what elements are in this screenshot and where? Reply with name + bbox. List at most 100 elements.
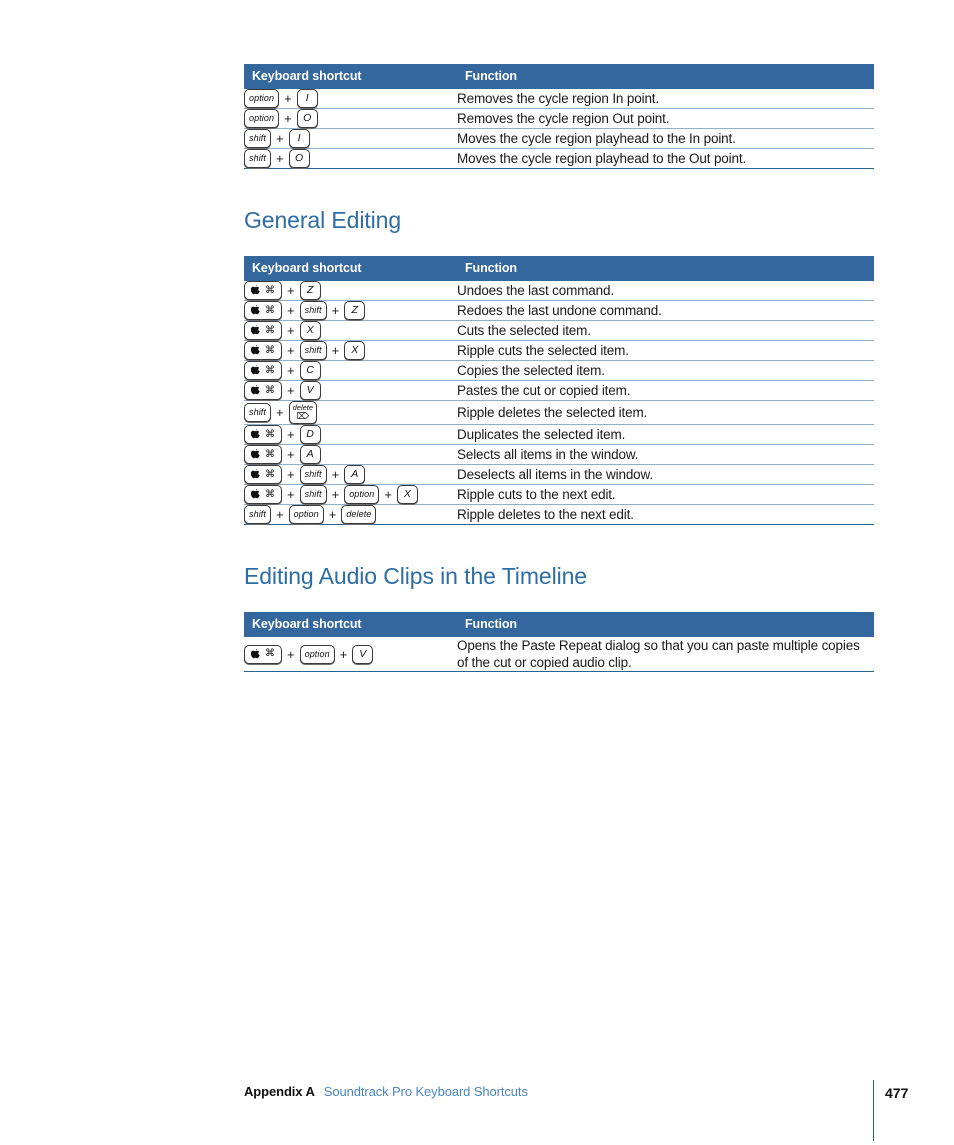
shortcut-keys-cell: ⌘ + shift + A	[244, 465, 457, 485]
page-number: 477	[885, 1085, 909, 1101]
table-row: ⌘ + shift + X Ripple cuts the selected item.	[244, 341, 874, 361]
command-symbol-icon: ⌘	[265, 384, 275, 396]
key-combination: option + O	[244, 109, 457, 128]
keycap-d: D	[299, 425, 321, 444]
table-row: ⌘ + A Selects all items in the window.	[244, 445, 874, 465]
keycap-c: C	[299, 361, 321, 380]
shortcuts-table: Keyboard shortcut Function ⌘ + Z Undoes the l…	[244, 256, 874, 524]
keycap-shift: shift	[244, 505, 272, 524]
keycap-x: X	[299, 321, 321, 340]
keycap-delete: delete	[341, 505, 377, 524]
command-symbol-icon: ⌘	[265, 648, 275, 659]
keycap-command: ⌘	[244, 445, 282, 464]
plus-separator-icon: +	[287, 427, 295, 442]
key-combination: shift + O	[244, 149, 457, 168]
keycap-z: Z	[344, 301, 366, 320]
function-description-cell: Redoes the last undone command.	[457, 303, 662, 318]
key-combination: ⌘ + C	[244, 361, 457, 380]
keycap-option: option	[244, 89, 280, 108]
table-row: option + I Removes the cycle region In poin…	[244, 89, 874, 109]
keycap-option: option	[288, 505, 324, 524]
keycap-command: ⌘	[244, 465, 282, 484]
shortcut-keys-cell: shift + delete ⌦	[244, 401, 457, 425]
keycap-shift: shift	[244, 149, 272, 168]
table-header-row: Keyboard shortcut Function	[244, 64, 874, 89]
plus-separator-icon: +	[287, 343, 295, 358]
keycap-command: ⌘	[244, 301, 282, 320]
command-symbol-icon: ⌘	[265, 448, 275, 460]
function-description-cell: Cuts the selected item.	[457, 323, 591, 338]
shortcut-keys-cell: ⌘ + shift + Z	[244, 301, 457, 321]
shortcut-keys-cell: option + I	[244, 89, 457, 109]
plus-separator-icon: +	[331, 487, 340, 502]
table-row: option + O Removes the cycle region Out poi…	[244, 109, 874, 129]
apple-logo-icon	[251, 469, 260, 480]
shortcuts-table: Keyboard shortcut Function option + I Removes…	[244, 64, 874, 168]
table-header-row: Keyboard shortcut Function	[244, 256, 874, 281]
table-row: ⌘ + option + V Opens the Paste Repeat dialog …	[244, 637, 874, 671]
keycap-option: option	[299, 644, 335, 664]
plus-separator-icon: +	[287, 646, 295, 662]
key-combination: ⌘ + Z	[244, 281, 457, 300]
apple-logo-icon	[251, 365, 260, 376]
column-header-keyboard-shortcut: Keyboard shortcut	[244, 256, 457, 281]
table-header-row: Keyboard shortcut Function	[244, 612, 874, 637]
table-row: shift + I Moves the cycle region playhead t…	[244, 129, 874, 149]
plus-separator-icon: +	[331, 467, 340, 482]
apple-logo-icon	[251, 449, 260, 460]
command-symbol-icon: ⌘	[265, 324, 275, 336]
apple-logo-icon	[251, 325, 260, 336]
plus-separator-icon: +	[287, 447, 295, 462]
function-description-cell: Removes the cycle region In point.	[457, 91, 660, 106]
apple-logo-icon	[251, 385, 260, 396]
plus-separator-icon: +	[287, 303, 295, 318]
function-description-cell: Duplicates the selected item.	[457, 427, 626, 442]
keycap-shift: shift	[299, 485, 327, 504]
command-symbol-icon: ⌘	[265, 284, 275, 296]
plus-separator-icon: +	[287, 323, 295, 338]
function-description-cell: Ripple deletes to the next edit.	[457, 507, 634, 522]
plus-separator-icon: +	[331, 303, 340, 318]
apple-logo-icon	[251, 648, 260, 660]
sections-container: Keyboard shortcut Function option + I Removes…	[244, 0, 874, 672]
keycap-a: A	[299, 445, 321, 464]
function-description-cell: Deselects all items in the window.	[457, 467, 653, 482]
shortcut-keys-cell: ⌘ + V	[244, 381, 457, 401]
forward-delete-icon: ⌦	[296, 411, 310, 421]
keycap-v: V	[352, 644, 374, 664]
function-description-cell: Pastes the cut or copied item.	[457, 383, 631, 398]
table-row: ⌘ + V Pastes the cut or copied item.	[244, 381, 874, 401]
function-description-cell: Ripple deletes the selected item.	[457, 405, 648, 420]
keycap-command: ⌘	[244, 281, 282, 300]
plus-separator-icon: +	[284, 91, 292, 106]
key-combination: shift + I	[244, 129, 457, 148]
shortcut-keys-cell: ⌘ + Z	[244, 281, 457, 301]
function-description-cell: Ripple cuts the selected item.	[457, 343, 629, 358]
table-row: ⌘ + Z Undoes the last command.	[244, 281, 874, 301]
section-heading: General Editing	[244, 207, 402, 233]
key-combination: ⌘ + V	[244, 381, 457, 400]
command-symbol-icon: ⌘	[265, 344, 275, 356]
key-combination: option + I	[244, 89, 457, 108]
document-page: Keyboard shortcut Function option + I Removes…	[244, 0, 874, 672]
column-header-keyboard-shortcut: Keyboard shortcut	[244, 612, 457, 637]
footer-breadcrumb: Appendix A Soundtrack Pro Keyboard Short…	[244, 1084, 528, 1099]
plus-separator-icon: +	[276, 131, 284, 146]
plus-separator-icon: +	[276, 507, 284, 522]
column-header-keyboard-shortcut: Keyboard shortcut	[244, 64, 457, 89]
apple-logo-icon	[251, 345, 260, 356]
keycap-shift: shift	[299, 341, 327, 360]
table-row: shift + delete ⌦ Ripple deletes the selected…	[244, 401, 874, 425]
footer-divider-rule	[873, 1080, 874, 1141]
key-combination: ⌘ + A	[244, 445, 457, 464]
function-description-cell: Ripple cuts to the next edit.	[457, 487, 616, 502]
plus-separator-icon: +	[384, 487, 392, 502]
shortcut-keys-cell: ⌘ + option + V	[244, 637, 457, 671]
command-symbol-icon: ⌘	[265, 468, 275, 480]
function-description-cell: Moves the cycle region playhead to the O…	[457, 151, 747, 166]
plus-separator-icon: +	[276, 151, 284, 166]
table-row: ⌘ + shift + option + X Ripple cuts to the next …	[244, 485, 874, 505]
keycap-a: A	[344, 465, 366, 484]
key-combination: shift + option + delete	[244, 505, 457, 524]
shortcuts-section: Keyboard shortcut Function option + I Removes…	[244, 0, 874, 169]
